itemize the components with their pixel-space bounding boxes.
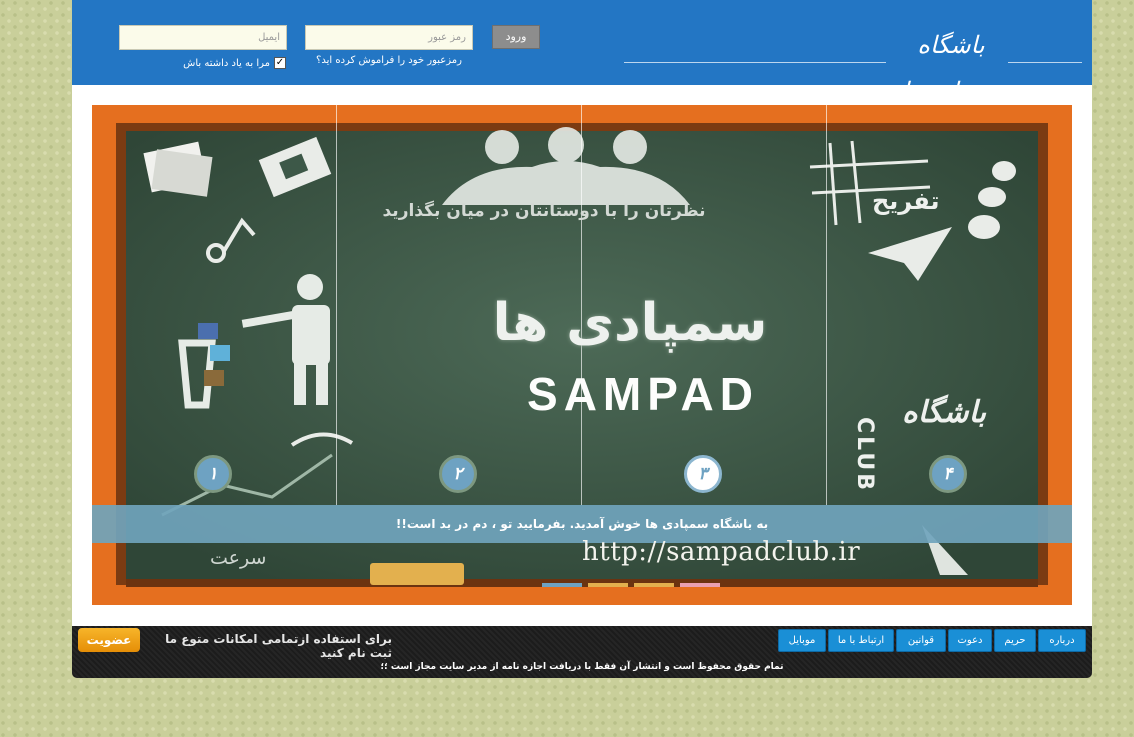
board-speed-label: سرعت [210,547,267,569]
board-brand: SAMPAD [527,368,759,420]
nav-invite[interactable]: دعوت [948,629,992,652]
image-slider: نظرتان را با دوستانتان در میان بگذارید س… [92,105,1072,605]
login-button[interactable]: ورود [492,25,540,49]
site-footer: درباره حریم دعوت قوانین ارتباط با ما موب… [72,626,1092,678]
nav-contact[interactable]: ارتباط با ما [828,629,894,652]
nav-rules[interactable]: قوانین [896,629,946,652]
board-fun-label: تفریح [872,187,940,215]
twitter-icon [210,345,230,361]
remember-me: ✓ مرا به یاد داشته باش [172,56,286,70]
google-icon [204,370,224,386]
nav-mobile[interactable]: موبایل [778,629,826,652]
facebook-icon [198,323,218,339]
slide-selector-3[interactable]: ۳ [684,455,722,493]
header-divider [624,62,886,63]
board-title: سمپادی ها [492,293,768,353]
slide-selector-1[interactable]: ۱ [194,455,232,493]
nav-privacy[interactable]: حریم [994,629,1036,652]
main-content: نظرتان را با دوستانتان در میان بگذارید س… [72,85,1092,626]
email-field[interactable]: ایمیل [119,25,287,50]
board-club: CLUB [852,417,877,494]
board-url: http://sampadclub.ir [582,537,861,567]
chalk-eraser [370,563,464,585]
slide-selector-4[interactable]: ۴ [929,455,967,493]
nav-about[interactable]: درباره [1038,629,1086,652]
join-prompt: برای استفاده ازتمامی امکانات متوع ما ثبت… [165,632,392,660]
join-button[interactable]: عضویت [78,628,140,652]
slide-divider [336,105,337,505]
board-club-label: باشگاه [902,395,987,430]
site-logo[interactable]: باشگاه سمپادی‌ها [896,22,1006,105]
remember-me-checkbox[interactable]: ✓ [274,57,286,69]
remember-me-label: مرا به یاد داشته باش [183,57,270,69]
site-header: باشگاه سمپادی‌ها ورود رمز عبور ایمیل رمز… [72,0,1092,105]
page: باشگاه سمپادی‌ها ورود رمز عبور ایمیل رمز… [72,0,1092,678]
header-divider [1008,62,1082,63]
forgot-password-link[interactable]: رمزعبور خود را فراموش کرده اید؟ [305,55,473,66]
password-field[interactable]: رمز عبور [305,25,473,50]
slide-selector-2[interactable]: ۲ [439,455,477,493]
copyright-notice: تمام حقوق محفوظ است و انتشار آن فقط با د… [380,662,784,672]
board-heading: نظرتان را با دوستانتان در میان بگذارید [382,201,706,221]
